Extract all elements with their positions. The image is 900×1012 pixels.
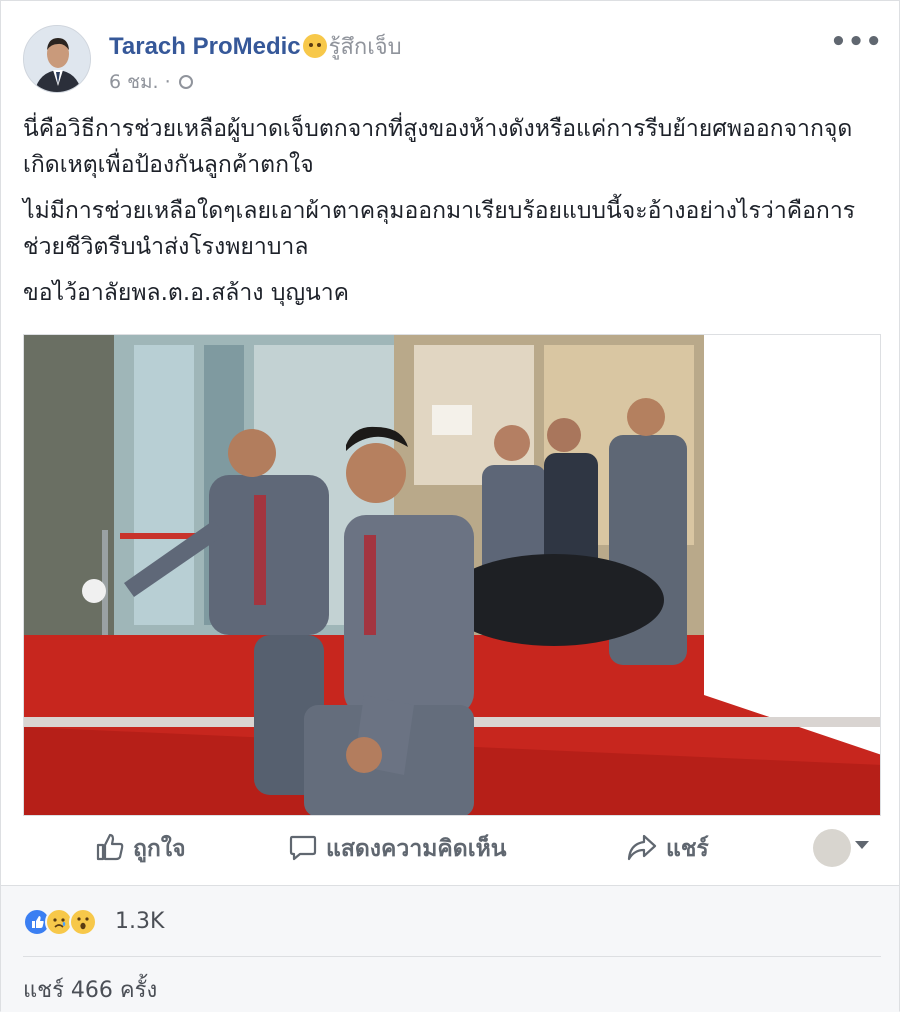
reactions-count[interactable]: 1.3K bbox=[115, 908, 164, 936]
post-photo-image bbox=[24, 335, 880, 815]
comment-button[interactable]: แสดงความคิดเห็น bbox=[288, 831, 506, 867]
post-footer: 1.3K แชร์ 466 ครั้ง bbox=[1, 885, 899, 1012]
like-label: ถูกใจ bbox=[133, 836, 186, 862]
post-meta: 6 ชม. · bbox=[109, 67, 193, 97]
author-avatar-image bbox=[24, 26, 90, 92]
sad-feeling-icon bbox=[302, 34, 327, 58]
post-title-line: Tarach ProMedic รู้สึกเจ็บ bbox=[109, 29, 402, 64]
author-avatar[interactable] bbox=[23, 25, 91, 93]
post-paragraph: ขอไว้อาลัยพล.ต.อ.สล้าง บุญนาค bbox=[23, 280, 350, 306]
wow-reaction-icon bbox=[69, 908, 97, 936]
post-paragraph: นี่คือวิธีการช่วยเหลือผู้บาดเจ็บตกจากที่… bbox=[23, 116, 853, 178]
post-paragraph: ไม่มีการช่วยเหลือใดๆเลยเอาผ้าตาคลุมออกมา… bbox=[23, 198, 856, 260]
share-label: แชร์ bbox=[666, 836, 709, 862]
author-name[interactable]: Tarach ProMedic bbox=[109, 33, 301, 60]
post-actions: ถูกใจ แสดงความคิดเห็น แชร์ bbox=[23, 823, 881, 879]
post-timestamp[interactable]: 6 ชม. · bbox=[109, 71, 171, 93]
feeling-label: รู้สึกเจ็บ bbox=[328, 35, 402, 60]
post-photo[interactable] bbox=[23, 334, 881, 816]
caret-down-icon[interactable] bbox=[855, 841, 869, 849]
post-body: นี่คือวิธีการช่วยเหลือผู้บาดเจ็บตกจากที่… bbox=[23, 111, 879, 321]
share-icon bbox=[627, 834, 657, 861]
comment-label: แสดงความคิดเห็น bbox=[326, 836, 507, 862]
post-card: Tarach ProMedic รู้สึกเจ็บ 6 ชม. · ••• นี… bbox=[0, 0, 900, 1012]
footer-divider bbox=[23, 956, 881, 957]
viewer-avatar[interactable] bbox=[813, 829, 851, 867]
globe-icon bbox=[178, 75, 193, 89]
comment-icon bbox=[289, 835, 317, 861]
post-header: Tarach ProMedic รู้สึกเจ็บ 6 ชม. · ••• bbox=[23, 23, 883, 95]
share-button[interactable]: แชร์ bbox=[626, 831, 709, 867]
shares-count[interactable]: แชร์ 466 ครั้ง bbox=[23, 972, 157, 1007]
like-icon bbox=[96, 833, 124, 861]
like-button[interactable]: ถูกใจ bbox=[95, 831, 186, 867]
more-icon[interactable]: ••• bbox=[830, 27, 883, 57]
